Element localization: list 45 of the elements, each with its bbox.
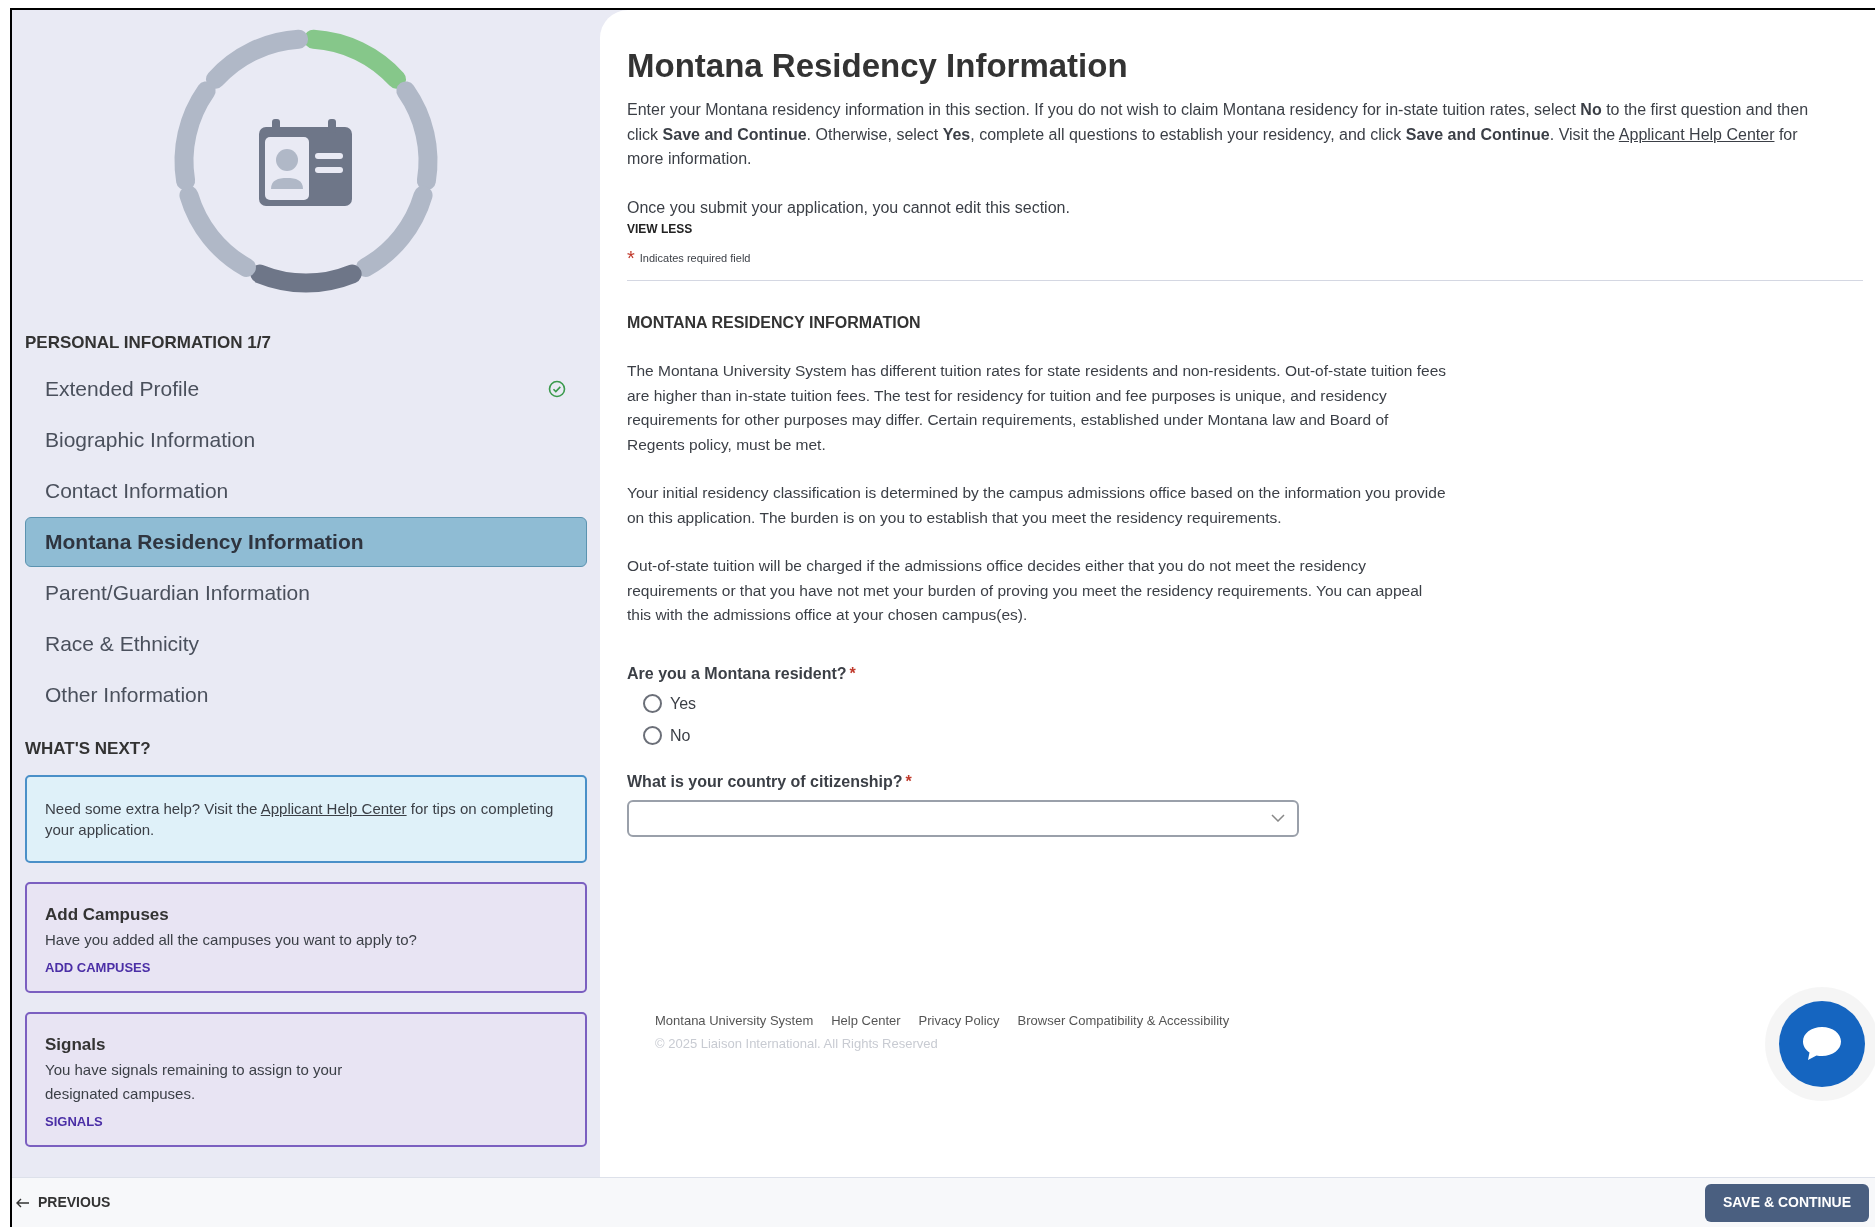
footer-link[interactable]: Browser Compatibility & Accessibility	[1017, 1010, 1230, 1030]
id-badge-icon	[259, 119, 352, 206]
sidebar-item[interactable]: Montana Residency Information	[25, 516, 587, 567]
body-text: Your initial residency classification is determined by the campus admissions office based on the information you provide on this application. The burden is on you to establish that you meet the residency requirements.	[627, 483, 1447, 528]
sidebar-item[interactable]: Race & Ethnicity	[25, 618, 587, 669]
save-continue-button[interactable]: SAVE & CONTINUE	[1704, 1183, 1869, 1222]
country-select[interactable]	[627, 799, 1299, 837]
help-center-link[interactable]: Applicant Help Center	[1618, 125, 1775, 143]
note-text: Once you submit your application, you cannot edit this section.	[627, 197, 1071, 218]
body-text: Out-of-state tuition will be charged if the admissions office decides either that you do not meet the residency requirements or that you have not met your burden of proving you meet the residency requirements. You can appeal this with the admissions office at your chosen campus(es).	[627, 556, 1424, 625]
footer-link[interactable]: Montana University System	[655, 1010, 814, 1030]
arrow-left-icon	[16, 1197, 30, 1208]
required-mark: *	[627, 249, 635, 266]
body-text: The Montana University System has different tuition rates for state residents and non-residents. Out-of-state tuition fees are higher than in-state tuition fees. The test for residency for tuition and fee purposes is unique, and residency requirements for other purposes may differ. Certain requirements, established under Montana law and Board of Regents policy, must be met.	[627, 361, 1447, 455]
sidebar-item[interactable]: Other Information	[25, 669, 587, 720]
section-heading: PERSONAL INFORMATION 1/7	[25, 332, 272, 354]
sidebar-item[interactable]: Contact Information	[25, 465, 587, 516]
previous-button[interactable]: PREVIOUS	[16, 1192, 111, 1213]
card-text: Have you added all the campuses you want to apply to?	[45, 929, 418, 950]
radio-option[interactable]: No	[643, 723, 691, 748]
required-mark: *	[905, 771, 912, 792]
required-mark: *	[849, 663, 856, 684]
card-text: You have signals remaining to assign to your designated campuses.	[45, 1059, 344, 1104]
page-title: Montana Residency Information	[627, 46, 1129, 86]
card-title: Signals	[45, 1034, 106, 1056]
section-heading: MONTANA RESIDENCY INFORMATION	[627, 313, 922, 333]
check-circle-icon	[548, 379, 566, 398]
card-link[interactable]: SIGNALS	[45, 1111, 103, 1131]
sidebar-item[interactable]: Extended Profile	[25, 363, 587, 414]
help-center-link[interactable]: Applicant Help Center	[260, 800, 407, 817]
radio-option[interactable]: Yes	[643, 691, 697, 716]
section-heading: WHAT'S NEXT?	[25, 737, 152, 760]
intro-text: Enter your Montana residency information in this section. If you do not wish to claim Montana residency for in-state tuition rates, select No to the first question and then click Save and Continue. Otherwise, select Yes, complete all questions to establish your residency, and click Save and Continue. Visit the Applicant Help Center for more information.	[627, 100, 1810, 169]
question-label: What is your country of citizenship?	[627, 771, 903, 792]
required-note: Indicates required field	[639, 250, 751, 266]
footer-link[interactable]: Help Center	[831, 1010, 901, 1030]
chevron-down-icon	[1271, 814, 1285, 822]
view-less-link[interactable]: VIEW LESS	[627, 219, 693, 238]
help-text: Need some extra help? Visit the Applicant Help Center for tips on completing your application.	[45, 799, 555, 840]
card-link[interactable]: ADD CAMPUSES	[45, 957, 151, 977]
sidebar-item[interactable]: Parent/Guardian Information	[25, 567, 587, 618]
question-label: Are you a Montana resident?	[627, 663, 847, 684]
card-title: Add Campuses	[45, 904, 169, 926]
footer-link[interactable]: Privacy Policy	[918, 1010, 1000, 1030]
sidebar-item[interactable]: Biographic Information	[25, 414, 587, 465]
